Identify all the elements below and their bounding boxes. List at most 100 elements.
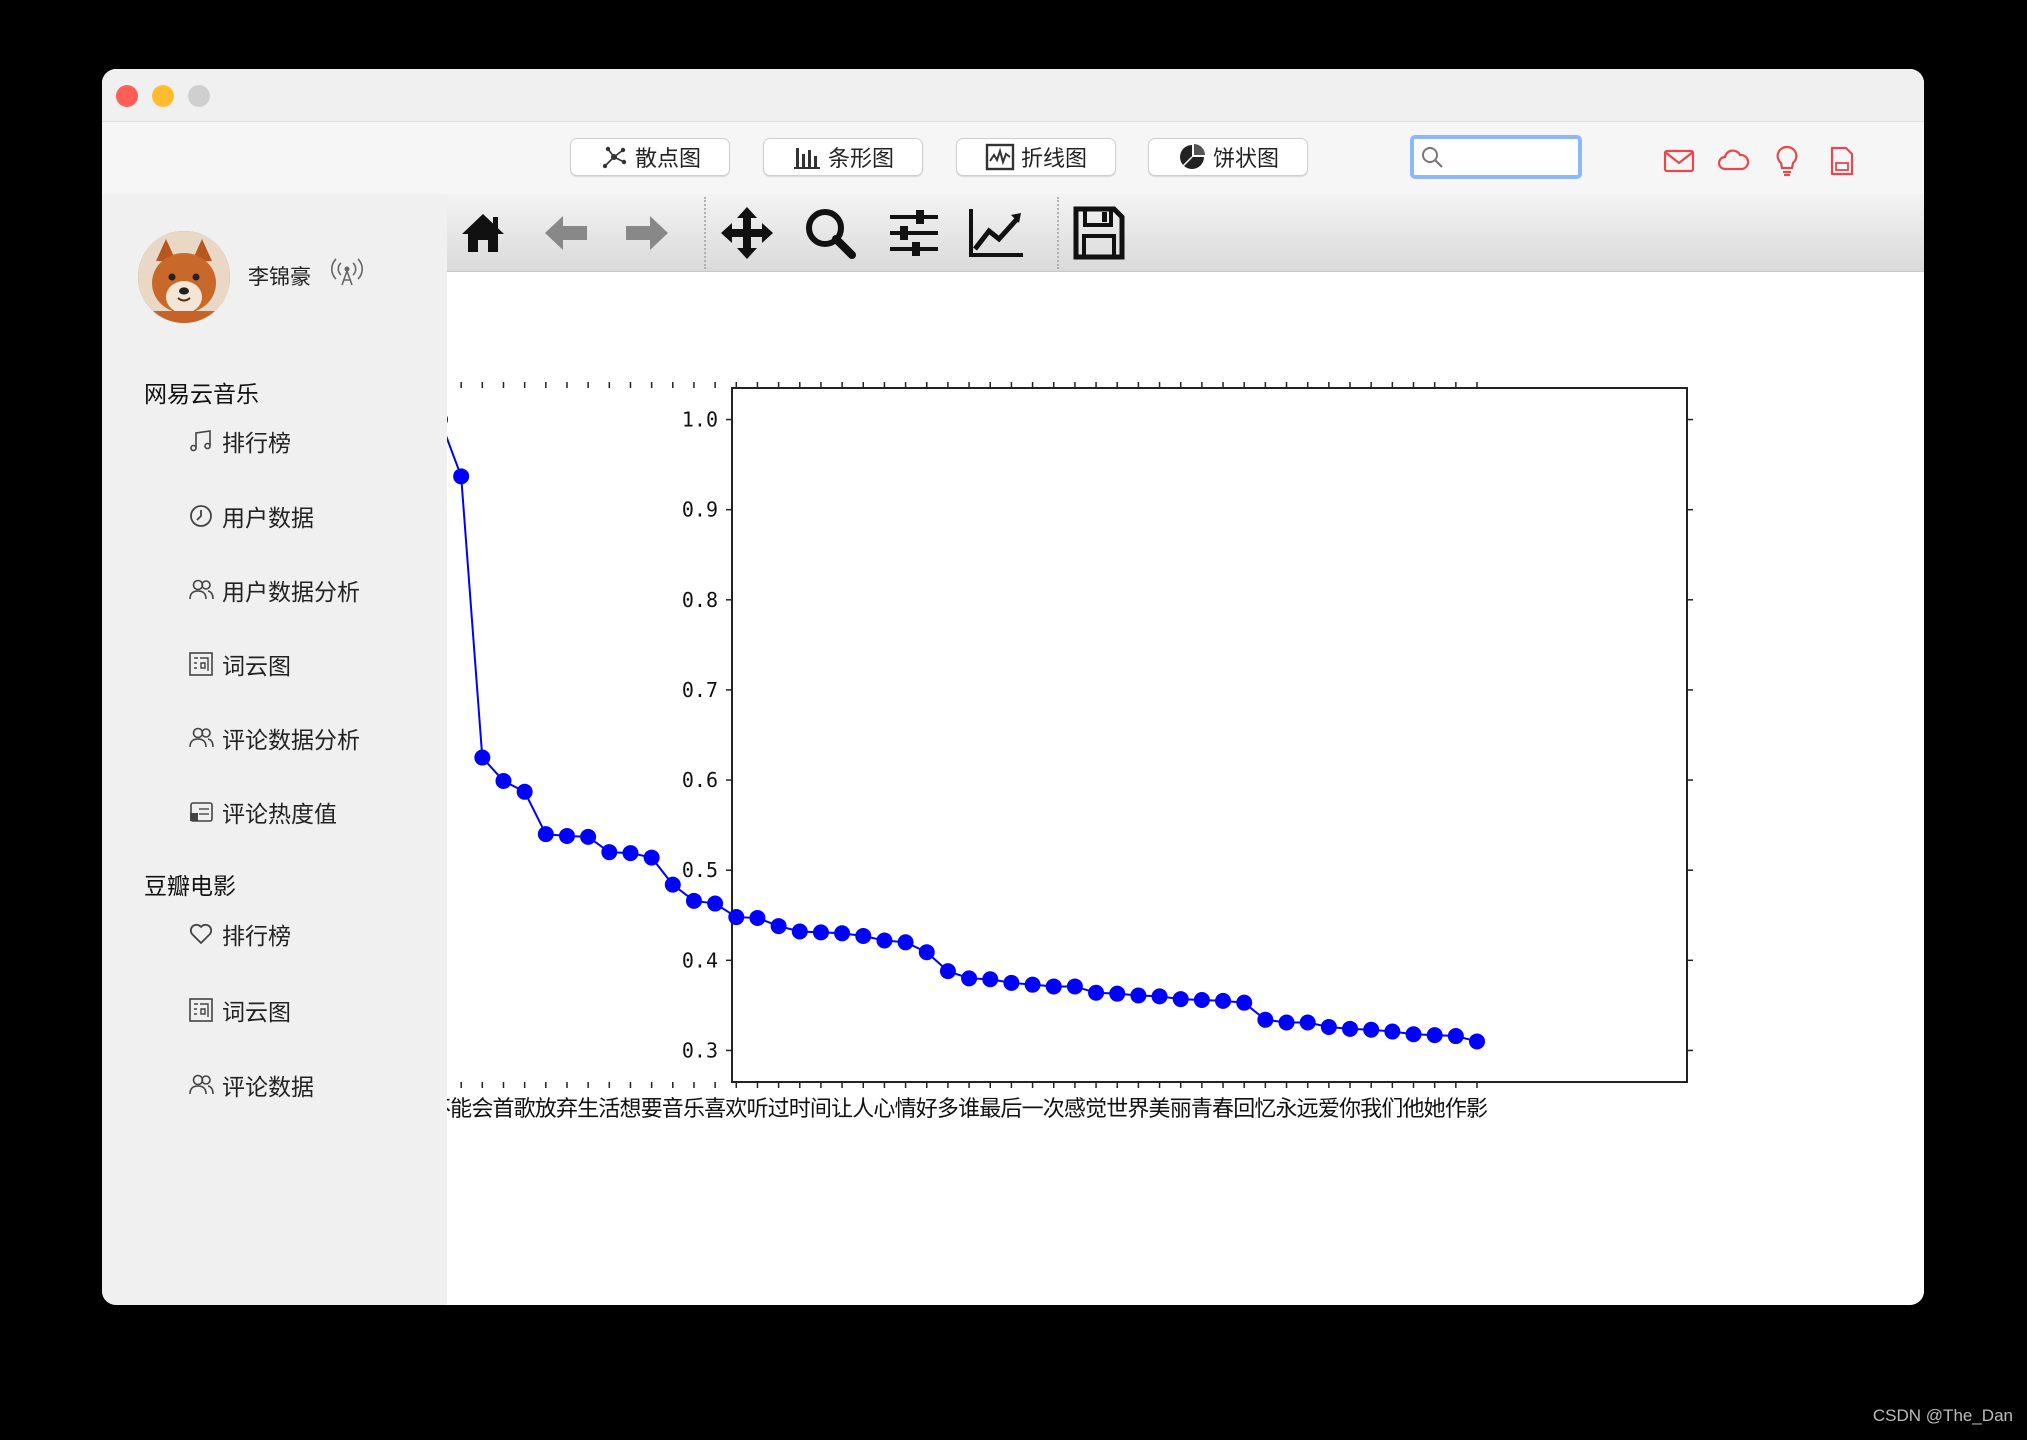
data-point — [1130, 987, 1147, 1004]
x-tick-label: 放 — [535, 1097, 557, 1122]
data-point — [855, 927, 872, 944]
pan-button[interactable] — [717, 205, 777, 261]
sidebar-item-netease-ranking[interactable]: 排行榜 — [188, 425, 291, 457]
x-tick-label: 活 — [598, 1097, 620, 1122]
home-button[interactable] — [453, 205, 513, 261]
line-chart-button[interactable]: 折线图 — [956, 138, 1116, 176]
close-window-button[interactable] — [116, 85, 138, 107]
x-tick-label: 丽 — [1170, 1097, 1192, 1122]
users-icon — [189, 579, 214, 600]
y-tick-label: 0.6 — [682, 768, 718, 792]
x-tick-label: 回 — [1233, 1097, 1255, 1122]
configure-icon — [890, 210, 938, 256]
word-icon — [189, 652, 213, 676]
data-point — [580, 828, 597, 845]
x-tick-label: 要 — [641, 1097, 663, 1122]
pie-chart-button[interactable]: 饼状图 — [1148, 138, 1308, 176]
sidebar-item-wordcloud[interactable]: 词云图 — [188, 648, 291, 680]
scatter-icon — [602, 146, 627, 169]
data-point — [1066, 978, 1083, 995]
sidebar-item-user-analysis[interactable]: 用户数据分析 — [188, 574, 360, 606]
sim-card-icon[interactable] — [1824, 144, 1858, 178]
data-point — [749, 909, 766, 926]
x-tick-label: 情 — [895, 1097, 917, 1122]
y-tick-label: 0.4 — [682, 948, 718, 972]
cloud-icon[interactable] — [1716, 144, 1750, 178]
data-point — [1257, 1011, 1274, 1028]
section-title-netease: 网易云音乐 — [144, 382, 259, 408]
sidebar-item-user-data[interactable]: 用户数据 — [188, 500, 314, 532]
search-input[interactable] — [1454, 143, 1578, 175]
home-icon — [462, 214, 504, 252]
data-point — [812, 924, 829, 941]
avatar[interactable] — [138, 231, 230, 323]
x-tick-label: 作 — [1445, 1097, 1467, 1122]
configure-button[interactable] — [884, 205, 944, 261]
minimize-window-button[interactable] — [152, 85, 174, 107]
bar-chart-icon — [793, 148, 820, 169]
scatter-button[interactable]: 散点图 — [570, 138, 730, 176]
save-icon — [1073, 206, 1125, 260]
lightbulb-icon[interactable] — [1770, 144, 1804, 178]
x-tick-label: 欢 — [725, 1097, 747, 1122]
y-tick-label: 0.7 — [682, 678, 718, 702]
data-point — [1363, 1021, 1380, 1038]
back-button[interactable] — [536, 205, 596, 261]
zoom-button[interactable] — [800, 205, 860, 261]
title-bar — [102, 69, 1924, 122]
x-tick-label: 她 — [1424, 1097, 1446, 1122]
dog-avatar-image — [138, 231, 230, 323]
toolbar-separator — [704, 197, 706, 269]
heart-icon — [189, 923, 213, 944]
data-point — [1215, 992, 1232, 1009]
pie-chart-button-label: 饼状图 — [1212, 147, 1279, 172]
edit-curve-icon — [969, 209, 1023, 257]
sidebar-item-douban-wordcloud[interactable]: 词云图 — [188, 994, 291, 1026]
x-tick-label: 人 — [852, 1097, 874, 1122]
x-tick-label: 音 — [662, 1097, 684, 1122]
sidebar-item-douban-ranking[interactable]: 排行榜 — [188, 918, 291, 950]
x-tick-label: 谁 — [958, 1097, 980, 1122]
save-button[interactable] — [1069, 205, 1129, 261]
x-tick-label: 首 — [492, 1097, 514, 1122]
app-window: 散点图 条形图 折线图 饼状图 李锦豪 网易云音乐 排行榜 用户数据 用户数据分… — [102, 69, 1924, 1305]
scatter-button-label: 散点图 — [634, 147, 701, 172]
x-tick-label: 春 — [1212, 1097, 1234, 1122]
x-tick-label: 们 — [1381, 1097, 1403, 1122]
forward-button[interactable] — [617, 205, 677, 261]
x-tick-label: 你 — [1339, 1097, 1361, 1122]
data-point — [982, 971, 999, 988]
x-tick-label: 美 — [1149, 1097, 1171, 1122]
sidebar-item-comment-heat[interactable]: 评论热度值 — [188, 796, 337, 828]
data-point — [1426, 1027, 1443, 1044]
bar-chart-button[interactable]: 条形图 — [763, 138, 923, 176]
x-tick-label: 一 — [1022, 1097, 1044, 1122]
data-point — [834, 925, 851, 942]
sidebar-item-comment-analysis[interactable]: 评论数据分析 — [188, 722, 360, 754]
x-tick-label: 会 — [471, 1097, 493, 1122]
edit-curve-button[interactable] — [967, 205, 1027, 261]
data-point — [1384, 1023, 1401, 1040]
data-point — [622, 845, 639, 862]
maximize-window-button[interactable] — [188, 85, 210, 107]
x-tick-label: 世 — [1106, 1097, 1128, 1122]
x-tick-label: 觉 — [1085, 1097, 1107, 1122]
mail-icon[interactable] — [1662, 144, 1696, 178]
plot-area: 1.00.90.80.70.60.50.40.3不能会首歌放弃生活想要音乐喜欢听… — [447, 195, 1924, 1305]
data-point — [495, 772, 512, 789]
sidebar: 李锦豪 网易云音乐 排行榜 用户数据 用户数据分析 词云图 评论数据分析 评论热… — [102, 195, 446, 1305]
sidebar-item-douban-comments[interactable]: 评论数据 — [188, 1069, 314, 1101]
line-chart-icon — [985, 143, 1015, 171]
search-box[interactable] — [1410, 135, 1582, 179]
data-point — [685, 892, 702, 909]
data-point — [1236, 994, 1253, 1011]
x-tick-label: 忆 — [1254, 1097, 1276, 1122]
data-point — [876, 932, 893, 949]
x-tick-label: 让 — [831, 1097, 853, 1122]
x-tick-label: 歌 — [514, 1097, 536, 1122]
data-point — [1109, 985, 1126, 1002]
pan-icon — [721, 207, 773, 259]
y-tick-label: 0.5 — [682, 858, 718, 882]
section-title-douban: 豆瓣电影 — [144, 874, 236, 900]
x-tick-label: 时 — [789, 1097, 811, 1122]
